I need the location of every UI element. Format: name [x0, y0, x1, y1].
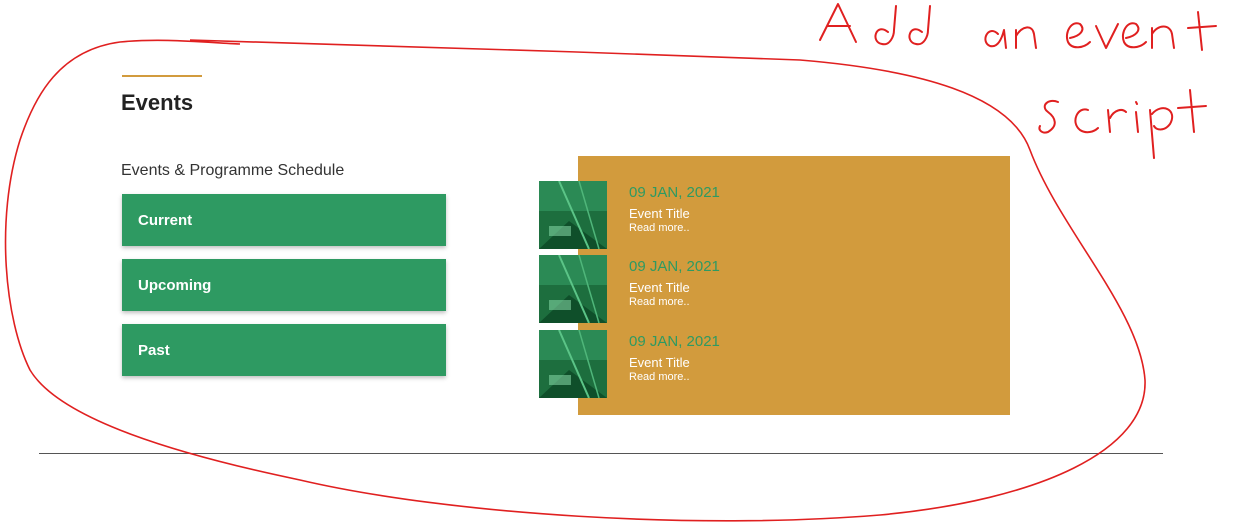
footer-divider	[39, 453, 1163, 454]
event-thumbnail[interactable]	[539, 181, 607, 249]
read-more-link[interactable]: Read more..	[629, 371, 690, 383]
tab-past-button[interactable]: Past	[122, 324, 446, 376]
tab-upcoming-button[interactable]: Upcoming	[122, 259, 446, 311]
event-thumbnail[interactable]	[539, 255, 607, 323]
event-date: 09 JAN, 2021	[629, 258, 720, 275]
tab-current-button[interactable]: Current	[122, 194, 446, 246]
event-date: 09 JAN, 2021	[629, 184, 720, 201]
schedule-subtitle: Events & Programme Schedule	[121, 162, 345, 179]
event-title[interactable]: Event Title	[629, 206, 690, 221]
event-list-item[interactable]: 09 JAN, 2021 Event Title Read more..	[539, 181, 839, 249]
read-more-link[interactable]: Read more..	[629, 222, 690, 234]
section-accent-rule	[122, 75, 202, 77]
event-title[interactable]: Event Title	[629, 355, 690, 370]
event-list-item[interactable]: 09 JAN, 2021 Event Title Read more..	[539, 255, 839, 323]
event-date: 09 JAN, 2021	[629, 333, 720, 350]
event-thumbnail[interactable]	[539, 330, 607, 398]
event-list-item[interactable]: 09 JAN, 2021 Event Title Read more..	[539, 330, 839, 398]
read-more-link[interactable]: Read more..	[629, 296, 690, 308]
section-title: Events	[121, 90, 194, 115]
event-title[interactable]: Event Title	[629, 280, 690, 295]
handwritten-note	[819, 3, 1217, 159]
